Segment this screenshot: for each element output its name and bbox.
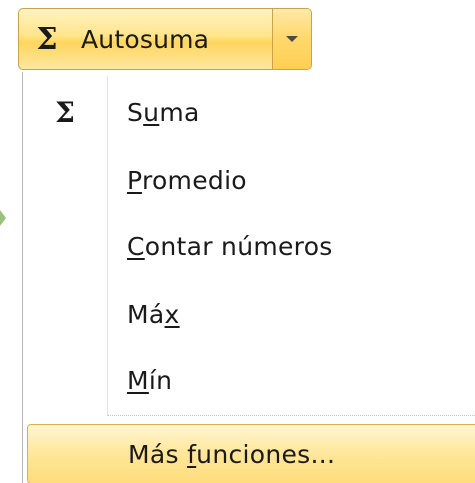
menu-item-label: Más funciones... — [128, 439, 336, 469]
menu-item-promedio[interactable]: Promedio — [23, 152, 475, 208]
menu-item-contar-numeros[interactable]: Contar números — [23, 218, 475, 274]
menu-item-label: Contar números — [127, 231, 333, 261]
chevron-down-icon — [286, 36, 298, 42]
autosum-button[interactable]: Σ Autosuma — [19, 9, 273, 69]
autosum-split-button[interactable]: Σ Autosuma — [18, 8, 312, 70]
autosum-label: Autosuma — [81, 24, 210, 54]
autosum-dropdown-screen: Σ Autosuma Σ Suma Promedio Contar número… — [0, 0, 475, 483]
sigma-icon: Σ — [55, 95, 75, 129]
autosum-dropdown-toggle[interactable] — [273, 9, 311, 69]
menu-item-label: Suma — [127, 97, 200, 127]
menu-item-label: Promedio — [127, 165, 247, 195]
menu-item-min[interactable]: Mín — [23, 352, 475, 408]
menu-item-label: Mín — [127, 365, 173, 395]
menu-item-mas-funciones[interactable]: Más funciones... — [27, 424, 475, 483]
menu-item-suma[interactable]: Σ Suma — [23, 84, 475, 140]
pointer-arrow-icon — [0, 210, 6, 226]
menu-item-max[interactable]: Máx — [23, 286, 475, 342]
menu-separator — [107, 415, 475, 416]
autosum-menu: Σ Suma Promedio Contar números Máx Mín M… — [22, 72, 475, 483]
menu-item-label: Máx — [127, 299, 180, 329]
sigma-icon: Σ — [36, 21, 58, 57]
